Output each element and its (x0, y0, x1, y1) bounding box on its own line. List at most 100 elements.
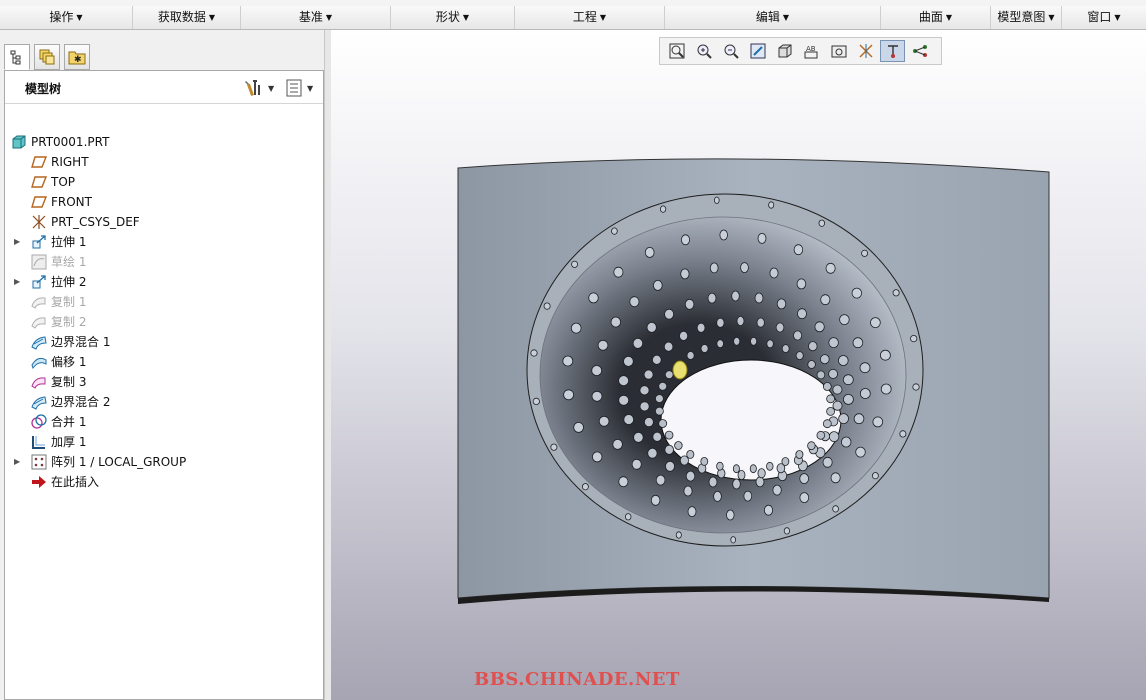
ribbon-group-editing[interactable]: 编辑 ▼ (665, 6, 881, 29)
ribbon-group-model-intent[interactable]: 模型意图 ▼ (991, 6, 1062, 29)
extrude-icon (32, 235, 46, 249)
hole (550, 443, 558, 451)
refit-button[interactable] (664, 40, 689, 62)
hole (822, 419, 832, 429)
hole (772, 484, 782, 496)
hole (716, 317, 725, 328)
hole (783, 527, 790, 535)
hole (757, 468, 766, 479)
ribbon-group-shapes[interactable]: 形状 ▼ (391, 6, 515, 29)
layer-tab[interactable] (34, 44, 60, 70)
hole (880, 349, 891, 361)
saved-views-button[interactable]: AB (799, 40, 824, 62)
expand-arrow-icon[interactable]: ▶ (14, 452, 22, 472)
hole (654, 406, 664, 416)
hole (853, 413, 865, 425)
ribbon-group-operations[interactable]: 操作 ▼ (0, 6, 133, 29)
hole (663, 341, 674, 352)
hole (732, 464, 740, 474)
hole (623, 355, 634, 367)
datum-plane-icon (31, 176, 47, 188)
panel-splitter[interactable] (324, 30, 331, 700)
dropdown-arrow-icon: ▼ (1114, 13, 1121, 22)
named-views-icon (831, 45, 846, 58)
sketch-icon (31, 254, 47, 270)
hole (816, 430, 826, 440)
hole (781, 457, 790, 466)
ribbon-group-surfaces[interactable]: 曲面 ▼ (881, 6, 991, 29)
hole (828, 368, 839, 379)
expand-arrow-icon[interactable]: ▶ (14, 272, 22, 292)
spin-center-icon (887, 45, 898, 58)
hole (814, 321, 825, 333)
zoom-out-button[interactable] (718, 40, 743, 62)
hole (826, 394, 836, 404)
hole (808, 341, 818, 352)
ribbon-group-datum[interactable]: 基准 ▼ (241, 6, 391, 29)
hole (795, 450, 804, 459)
hole (755, 476, 765, 488)
hole (912, 383, 920, 391)
hole (807, 441, 816, 451)
model-tree-icon (10, 50, 21, 65)
hole (643, 369, 654, 380)
ribbon-group-get-data[interactable]: 获取数据 ▼ (133, 6, 241, 29)
favorites-tab[interactable]: ✱ (64, 44, 90, 70)
hole (591, 390, 603, 402)
copy-surface-icon (31, 297, 46, 309)
hole (632, 337, 644, 349)
hole (708, 476, 718, 488)
thicken-icon (32, 436, 45, 449)
tree-settings-button[interactable]: ▼ (243, 78, 274, 98)
hole (740, 262, 749, 274)
datum-display-button[interactable] (853, 40, 878, 62)
model-tree-tab[interactable] (4, 44, 30, 70)
part-model-3d-view[interactable] (331, 30, 1146, 700)
graphics-viewport[interactable]: AB BBS.CHINADE.NET (331, 30, 1146, 700)
annotation-display-button[interactable] (907, 40, 932, 62)
hole (775, 322, 785, 333)
named-views-button[interactable] (826, 40, 851, 62)
boundary-blend-icon (31, 336, 47, 350)
ribbon-group-engineering[interactable]: 工程 ▼ (515, 6, 665, 29)
repaint-icon (750, 43, 765, 59)
spin-center-button[interactable] (880, 40, 905, 62)
hole (820, 294, 831, 306)
hole (837, 355, 849, 366)
hole (842, 374, 854, 386)
dropdown-arrow-icon: ▼ (599, 13, 607, 22)
hole (793, 330, 803, 341)
hole (597, 339, 609, 351)
dropdown-arrow-icon: ▼ (325, 13, 333, 22)
hole (713, 196, 720, 204)
part-icon (12, 135, 26, 149)
tree-show-button[interactable]: ▼ (286, 78, 313, 98)
hole (797, 308, 807, 320)
hole (686, 351, 695, 360)
hole (743, 490, 753, 502)
hole (826, 406, 836, 416)
hole (591, 365, 603, 376)
hole (680, 268, 690, 280)
hole (828, 337, 839, 349)
hole (543, 302, 551, 310)
ribbon-group-window[interactable]: 窗口 ▼ (1062, 6, 1146, 29)
extrude-icon (32, 275, 46, 289)
repaint-button[interactable] (745, 40, 770, 62)
hole (573, 421, 584, 433)
hole (647, 447, 658, 459)
display-style-button[interactable] (772, 40, 797, 62)
selected-hole-highlight[interactable] (672, 360, 688, 380)
hole (664, 308, 675, 320)
hole (643, 417, 654, 428)
folder-star-icon: ✱ (68, 51, 86, 65)
hole (629, 296, 640, 308)
hole (625, 513, 632, 521)
hole (832, 505, 839, 513)
hole (687, 506, 697, 518)
hole (733, 336, 741, 346)
hole (716, 461, 724, 471)
settings-tools-icon (245, 80, 260, 96)
zoom-in-button[interactable] (691, 40, 716, 62)
expand-arrow-icon[interactable]: ▶ (14, 232, 22, 252)
